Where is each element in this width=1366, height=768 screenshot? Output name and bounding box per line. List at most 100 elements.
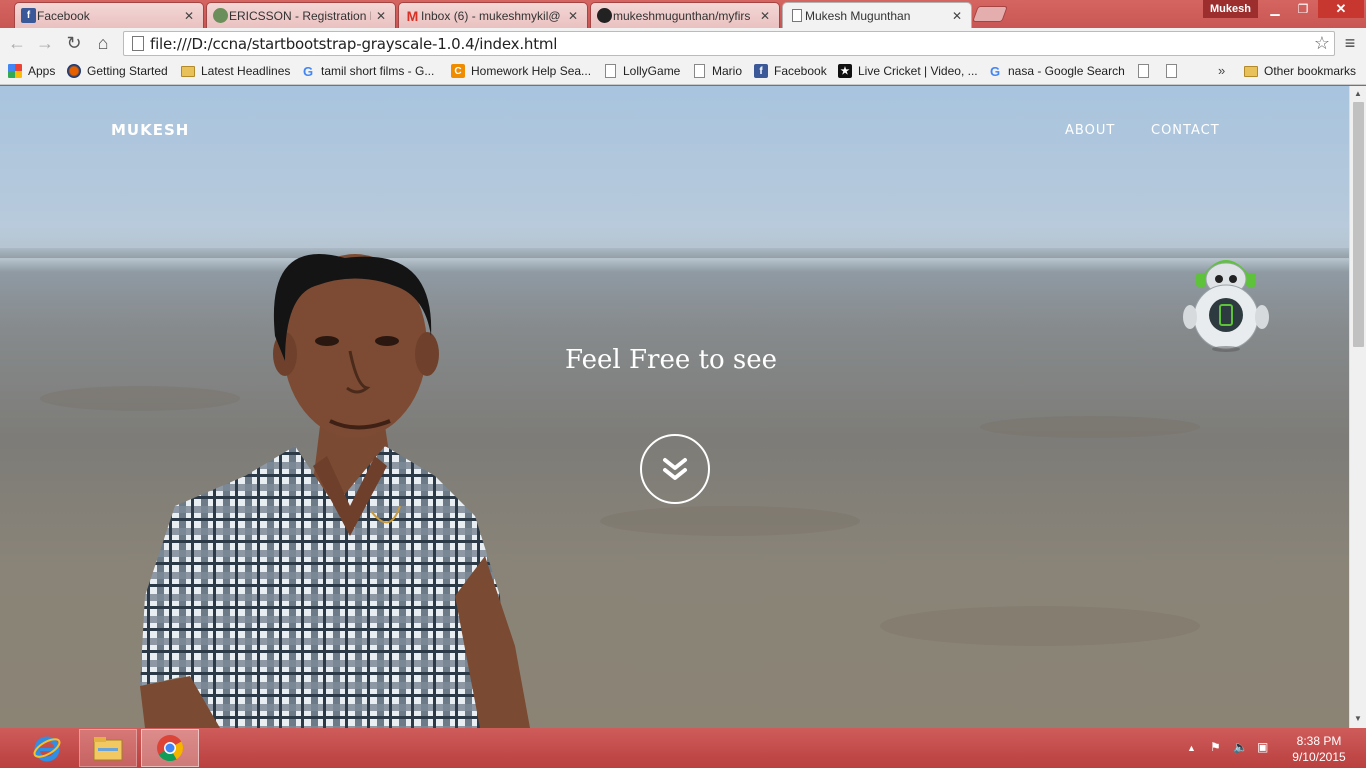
double-chevron-down-icon bbox=[663, 458, 687, 480]
browser-tab-strip: f Facebook ✕ ERICSSON - Registration F ✕… bbox=[0, 0, 1366, 28]
bookmark-lollygame[interactable]: LollyGame bbox=[603, 62, 680, 80]
bookmark-star-icon[interactable]: ☆ bbox=[1314, 33, 1330, 54]
robot-widget-icon[interactable] bbox=[1182, 249, 1270, 353]
taskbar-internet-explorer[interactable] bbox=[18, 729, 76, 767]
tab-title: mukeshmugunthan/myfirs bbox=[613, 8, 751, 23]
folder-icon bbox=[181, 64, 195, 78]
close-icon[interactable]: ✕ bbox=[759, 9, 771, 23]
gmail-icon: M bbox=[406, 7, 419, 24]
bookmark-nasa-search[interactable]: G nasa - Google Search bbox=[988, 62, 1125, 80]
folder-icon bbox=[1244, 64, 1258, 78]
scroll-up-arrow-icon[interactable]: ▲ bbox=[1354, 89, 1362, 98]
bookmark-homework-help[interactable]: C Homework Help Sea... bbox=[451, 62, 591, 80]
page-icon bbox=[132, 36, 144, 51]
bookmark-label: Getting Started bbox=[87, 64, 168, 78]
clock-time: 8:38 PM bbox=[1296, 734, 1342, 748]
tab-title: Mukesh Mugunthan bbox=[805, 8, 911, 23]
bookmark-label: Facebook bbox=[774, 64, 827, 78]
scroll-down-arrow-icon[interactable]: ▼ bbox=[1354, 714, 1362, 723]
bookmarks-bar: Apps Getting Started Latest Headlines G … bbox=[0, 58, 1366, 85]
bookmark-label: LollyGame bbox=[623, 64, 681, 78]
show-hidden-icons-chevron[interactable]: ▲ bbox=[1187, 743, 1196, 753]
tab-mukesh-mugunthan[interactable]: Mukesh Mugunthan ✕ bbox=[782, 2, 972, 28]
clock-date: 9/10/2015 bbox=[1292, 750, 1346, 764]
apps-grid-icon bbox=[8, 64, 22, 78]
internet-explorer-icon bbox=[33, 736, 61, 762]
network-icon[interactable]: ▣ bbox=[1257, 740, 1268, 754]
close-window-icon[interactable]: ✕ bbox=[1318, 0, 1364, 18]
bookmark-label: nasa - Google Search bbox=[1008, 64, 1125, 78]
close-icon[interactable]: ✕ bbox=[951, 9, 963, 23]
person-photo bbox=[140, 254, 530, 728]
tab-github[interactable]: mukeshmugunthan/myfirs ✕ bbox=[590, 2, 780, 28]
page-icon bbox=[1136, 64, 1150, 78]
brand-logo[interactable]: MUKESH bbox=[111, 121, 189, 139]
tab-ericsson[interactable]: ERICSSON - Registration F ✕ bbox=[206, 2, 396, 28]
google-icon: G bbox=[989, 63, 1001, 79]
minimize-icon[interactable]: ▁ bbox=[1262, 0, 1288, 18]
url-text[interactable]: file:///D:/ccna/startbootstrap-grayscale… bbox=[150, 35, 557, 53]
bookmark-label: Homework Help Sea... bbox=[471, 64, 592, 78]
bookmark-mario[interactable]: Mario bbox=[692, 62, 742, 80]
windows-taskbar: ▲ ⚑ 🔈 ▣ 8:38 PM 9/10/2015 bbox=[0, 728, 1366, 768]
taskbar-file-explorer[interactable] bbox=[79, 729, 137, 767]
sand-patch bbox=[880, 606, 1200, 646]
bookmark-label: Mario bbox=[712, 64, 743, 78]
home-icon[interactable]: ⌂ bbox=[92, 32, 114, 54]
close-icon[interactable]: ✕ bbox=[375, 9, 387, 23]
bookmark-untitled-2[interactable] bbox=[1164, 62, 1184, 80]
tab-title: Inbox (6) - mukeshmykil@ bbox=[421, 8, 561, 23]
forward-arrow-icon[interactable]: → bbox=[34, 32, 56, 54]
new-tab-button[interactable] bbox=[972, 6, 1008, 22]
file-explorer-icon bbox=[93, 737, 123, 761]
bookmark-apps[interactable]: Apps bbox=[8, 62, 55, 80]
google-icon: G bbox=[302, 63, 314, 79]
sand-patch bbox=[600, 506, 860, 536]
close-icon[interactable]: ✕ bbox=[567, 9, 579, 23]
bookmark-latest-headlines[interactable]: Latest Headlines bbox=[181, 62, 290, 80]
vertical-scrollbar[interactable]: ▲ ▼ bbox=[1349, 86, 1366, 728]
page-icon bbox=[1164, 64, 1178, 78]
cricket-icon: ★ bbox=[838, 64, 852, 78]
page-icon bbox=[603, 64, 617, 78]
back-arrow-icon[interactable]: ← bbox=[6, 32, 28, 54]
page-icon bbox=[692, 64, 706, 78]
system-clock[interactable]: 8:38 PM 9/10/2015 bbox=[1282, 733, 1356, 765]
bookmark-label: Other bookmarks bbox=[1264, 64, 1357, 78]
action-center-flag-icon[interactable]: ⚑ bbox=[1210, 740, 1221, 754]
tab-title: ERICSSON - Registration F bbox=[229, 8, 371, 23]
bookmark-other-bookmarks[interactable]: Other bookmarks bbox=[1244, 62, 1356, 80]
bookmark-facebook[interactable]: f Facebook bbox=[754, 62, 827, 80]
firefox-icon bbox=[67, 64, 81, 78]
page-hero: MUKESH ABOUT CONTACT Feel Free to see bbox=[0, 86, 1349, 728]
nav-contact-link[interactable]: CONTACT bbox=[1151, 123, 1220, 138]
bookmark-label: Live Cricket | Video, ... bbox=[858, 64, 978, 78]
restore-icon[interactable]: ❐ bbox=[1290, 0, 1316, 18]
reload-icon[interactable]: ↻ bbox=[63, 32, 85, 54]
facebook-icon: f bbox=[21, 8, 36, 23]
scroll-down-button[interactable] bbox=[640, 434, 710, 504]
scrollbar-thumb[interactable] bbox=[1353, 102, 1364, 347]
chegg-icon: C bbox=[451, 64, 465, 78]
volume-icon[interactable]: 🔈 bbox=[1233, 740, 1248, 754]
hero-heading: Feel Free to see bbox=[565, 345, 777, 375]
bookmark-live-cricket[interactable]: ★ Live Cricket | Video, ... bbox=[838, 62, 978, 80]
tab-facebook[interactable]: f Facebook ✕ bbox=[14, 2, 204, 28]
bookmarks-overflow-chevron[interactable]: » bbox=[1218, 63, 1225, 78]
taskbar-chrome[interactable] bbox=[141, 729, 199, 767]
tab-gmail[interactable]: M Inbox (6) - mukeshmykil@ ✕ bbox=[398, 2, 588, 28]
bookmark-tamil-short-films[interactable]: G tamil short films - G... bbox=[301, 62, 434, 80]
sand-patch bbox=[980, 416, 1200, 438]
address-bar[interactable]: file:///D:/ccna/startbootstrap-grayscale… bbox=[123, 31, 1335, 56]
chrome-icon bbox=[157, 735, 184, 762]
close-icon[interactable]: ✕ bbox=[183, 9, 195, 23]
bookmark-label: Latest Headlines bbox=[201, 64, 291, 78]
facebook-icon: f bbox=[754, 64, 768, 78]
bookmark-getting-started[interactable]: Getting Started bbox=[67, 62, 168, 80]
page-icon bbox=[789, 8, 804, 23]
nav-about-link[interactable]: ABOUT bbox=[1065, 123, 1115, 138]
bookmark-untitled-1[interactable] bbox=[1136, 62, 1156, 80]
browser-toolbar: ← → ↻ ⌂ file:///D:/ccna/startbootstrap-g… bbox=[0, 28, 1366, 58]
menu-icon[interactable]: ≡ bbox=[1340, 33, 1360, 53]
profile-button[interactable]: Mukesh bbox=[1203, 0, 1258, 18]
